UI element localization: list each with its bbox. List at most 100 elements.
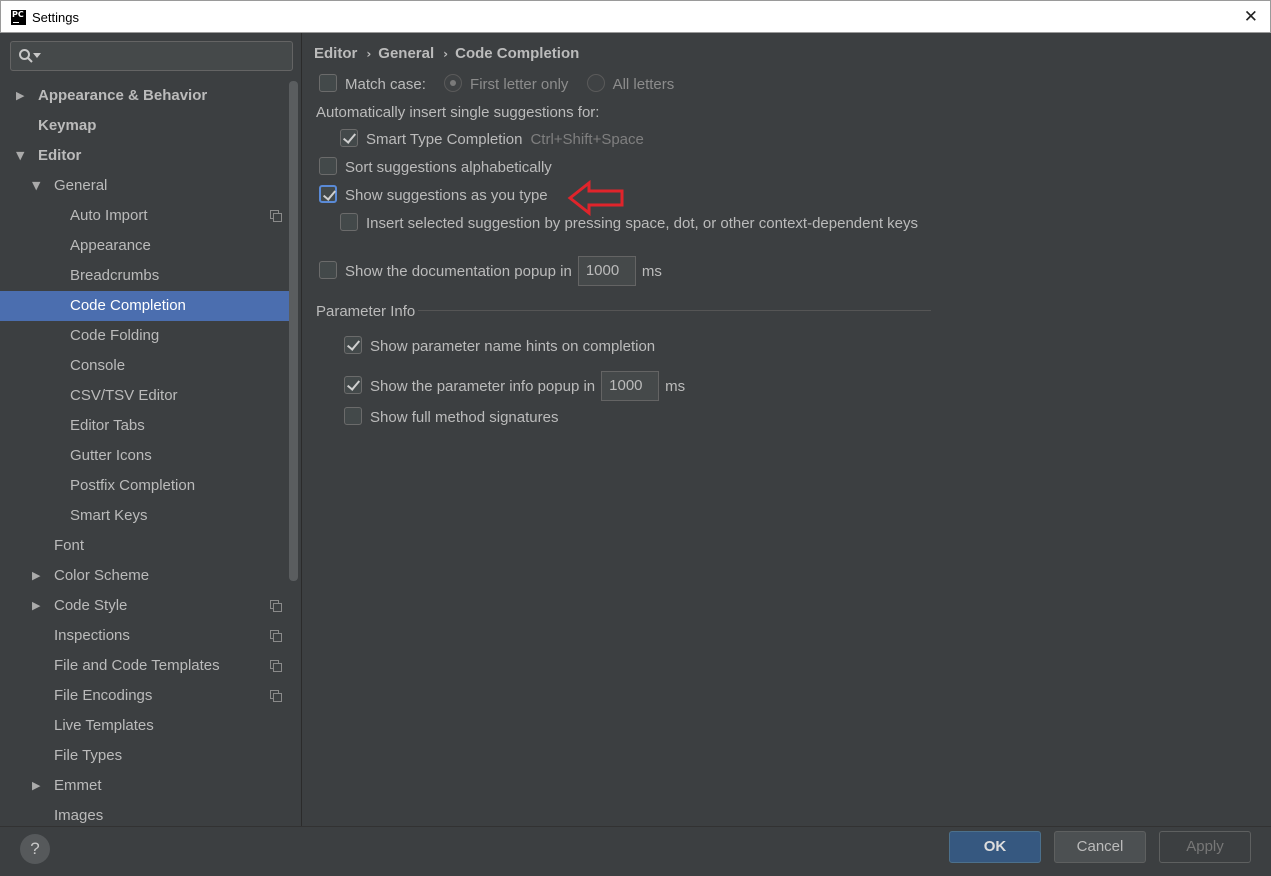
- settings-sidebar: ▶ Appearance & Behavior Keymap ▼ Editor ▼ Gene…: [0, 33, 302, 826]
- sidebar-item-appearance-behavior[interactable]: ▶ Appearance & Behavior: [0, 81, 290, 111]
- sidebar-item-label: Auto Import: [70, 207, 148, 224]
- cancel-button[interactable]: Cancel: [1054, 831, 1146, 863]
- window-title: Settings: [32, 10, 79, 25]
- sidebar-item-file-encodings[interactable]: File Encodings: [0, 681, 290, 711]
- sidebar-item-label: Appearance & Behavior: [38, 87, 208, 104]
- sidebar-item-label: Color Scheme: [54, 567, 150, 584]
- info-popup-checkbox[interactable]: [344, 376, 362, 394]
- info-popup-label: Show the parameter info popup in: [370, 377, 596, 395]
- doc-popup-delay-input[interactable]: 1000: [577, 256, 636, 286]
- insert-selected-row: Insert selected suggestion by pressing s…: [340, 213, 918, 235]
- collapsed-arrow-icon[interactable]: ▶: [32, 591, 40, 621]
- project-scope-icon: [270, 690, 282, 702]
- show-as-type-checkbox[interactable]: [319, 185, 337, 204]
- sidebar-item-postfix-completion[interactable]: Postfix Completion: [0, 471, 290, 501]
- settings-content: Editor › General › Code Completion Match cas…: [303, 33, 1271, 826]
- sidebar-item-label: General: [54, 177, 108, 194]
- sidebar-item-label: Editor: [38, 147, 82, 164]
- all-letters-radio[interactable]: [586, 74, 605, 93]
- sidebar-item-label: Emmet: [54, 777, 102, 794]
- sidebar-item-appearance[interactable]: Appearance: [0, 231, 290, 261]
- sidebar-item-file-and-code-templates[interactable]: File and Code Templates: [0, 651, 290, 681]
- sidebar-item-label: Appearance: [70, 237, 151, 254]
- parameter-info-title: Parameter Info: [316, 303, 416, 320]
- dialog-footer: ? OK Cancel Apply: [0, 826, 1271, 876]
- sidebar-item-editor-tabs[interactable]: Editor Tabs: [0, 411, 290, 441]
- full-signatures-label: Show full method signatures: [370, 409, 559, 426]
- search-input[interactable]: [10, 41, 293, 71]
- project-scope-icon: [270, 660, 282, 672]
- full-signatures-row: Show full method signatures: [344, 407, 558, 429]
- sidebar-item-label: Smart Keys: [70, 507, 148, 524]
- expanded-arrow-icon[interactable]: ▼: [32, 171, 40, 201]
- collapsed-arrow-icon[interactable]: ▶: [32, 771, 40, 801]
- sidebar-item-auto-import[interactable]: Auto Import: [0, 201, 290, 231]
- sidebar-item-csv-tsv-editor[interactable]: CSV/TSV Editor: [0, 381, 290, 411]
- project-scope-icon: [270, 210, 282, 222]
- sidebar-item-label: File Types: [54, 747, 123, 764]
- sort-alpha-checkbox[interactable]: [319, 157, 337, 176]
- smart-type-shortcut: Ctrl+Shift+Space: [530, 131, 644, 148]
- sidebar-item-editor[interactable]: ▼ Editor: [0, 141, 290, 171]
- sidebar-item-file-types[interactable]: File Types: [0, 741, 290, 771]
- breadcrumb-item-editor: Editor: [314, 45, 358, 62]
- section-divider: [418, 310, 931, 311]
- all-letters-label: All letters: [612, 76, 675, 93]
- match-case-checkbox[interactable]: [319, 74, 337, 93]
- first-letter-label: First letter only: [470, 76, 569, 93]
- breadcrumb-separator: ›: [443, 47, 449, 61]
- sort-alpha-row: Sort suggestions alphabetically: [319, 157, 552, 179]
- sidebar-item-smart-keys[interactable]: Smart Keys: [0, 501, 290, 531]
- pycharm-app-icon: PC: [11, 10, 26, 25]
- sidebar-item-label: File Encodings: [54, 687, 153, 704]
- info-popup-delay-input[interactable]: 1000: [601, 371, 660, 401]
- insert-selected-label: Insert selected suggestion by pressing s…: [366, 215, 918, 232]
- ok-button[interactable]: OK: [949, 831, 1041, 863]
- breadcrumb-item-general: General: [378, 45, 435, 62]
- name-hints-checkbox[interactable]: [344, 336, 362, 355]
- sidebar-item-color-scheme[interactable]: ▶ Color Scheme: [0, 561, 290, 591]
- sidebar-item-gutter-icons[interactable]: Gutter Icons: [0, 441, 290, 471]
- sidebar-item-emmet[interactable]: ▶ Emmet: [0, 771, 290, 801]
- apply-button[interactable]: Apply: [1159, 831, 1251, 863]
- sidebar-item-code-folding[interactable]: Code Folding: [0, 321, 290, 351]
- show-as-type-row: Show suggestions as you type: [319, 185, 548, 207]
- sidebar-item-font[interactable]: Font: [0, 531, 290, 561]
- doc-popup-row: Show the documentation popup in 1000 ms: [319, 256, 662, 286]
- sidebar-item-general[interactable]: ▼ General: [0, 171, 290, 201]
- sidebar-scrollbar[interactable]: [289, 81, 298, 581]
- sidebar-item-label: Code Style: [54, 597, 128, 614]
- sort-alpha-label: Sort suggestions alphabetically: [345, 159, 552, 176]
- sidebar-item-images[interactable]: Images: [0, 801, 290, 826]
- sidebar-item-label: Inspections: [54, 627, 130, 644]
- sidebar-item-label: Keymap: [38, 117, 97, 134]
- match-case-row: Match case: First letter only All letter…: [319, 74, 674, 96]
- breadcrumb-item-code-completion: Code Completion: [455, 45, 580, 62]
- smart-type-label: Smart Type Completion: [366, 131, 523, 148]
- sidebar-item-label: Code Folding: [70, 327, 160, 344]
- sidebar-item-breadcrumbs[interactable]: Breadcrumbs: [0, 261, 290, 291]
- sidebar-item-inspections[interactable]: Inspections: [0, 621, 290, 651]
- close-icon[interactable]: ✕: [1244, 7, 1258, 27]
- smart-type-checkbox[interactable]: [340, 129, 358, 148]
- collapsed-arrow-icon[interactable]: ▶: [16, 81, 24, 111]
- sidebar-item-code-completion[interactable]: Code Completion: [0, 291, 290, 321]
- project-scope-icon: [270, 630, 282, 642]
- expanded-arrow-icon[interactable]: ▼: [16, 141, 24, 171]
- help-button[interactable]: ?: [20, 834, 50, 864]
- sidebar-item-live-templates[interactable]: Live Templates: [0, 711, 290, 741]
- sidebar-item-code-style[interactable]: ▶ Code Style: [0, 591, 290, 621]
- doc-popup-checkbox[interactable]: [319, 261, 337, 279]
- sidebar-item-console[interactable]: Console: [0, 351, 290, 381]
- sidebar-item-keymap[interactable]: Keymap: [0, 111, 290, 141]
- insert-selected-checkbox[interactable]: [340, 213, 358, 232]
- breadcrumb-separator: ›: [366, 47, 372, 61]
- doc-popup-unit: ms: [641, 262, 662, 280]
- name-hints-label: Show parameter name hints on completion: [370, 338, 656, 355]
- smart-type-row: Smart Type Completion Ctrl+Shift+Space: [340, 129, 644, 151]
- collapsed-arrow-icon[interactable]: ▶: [32, 561, 40, 591]
- full-signatures-checkbox[interactable]: [344, 407, 362, 426]
- first-letter-radio[interactable]: [444, 74, 463, 93]
- sidebar-item-label: Breadcrumbs: [70, 267, 160, 284]
- doc-popup-label: Show the documentation popup in: [345, 262, 572, 280]
